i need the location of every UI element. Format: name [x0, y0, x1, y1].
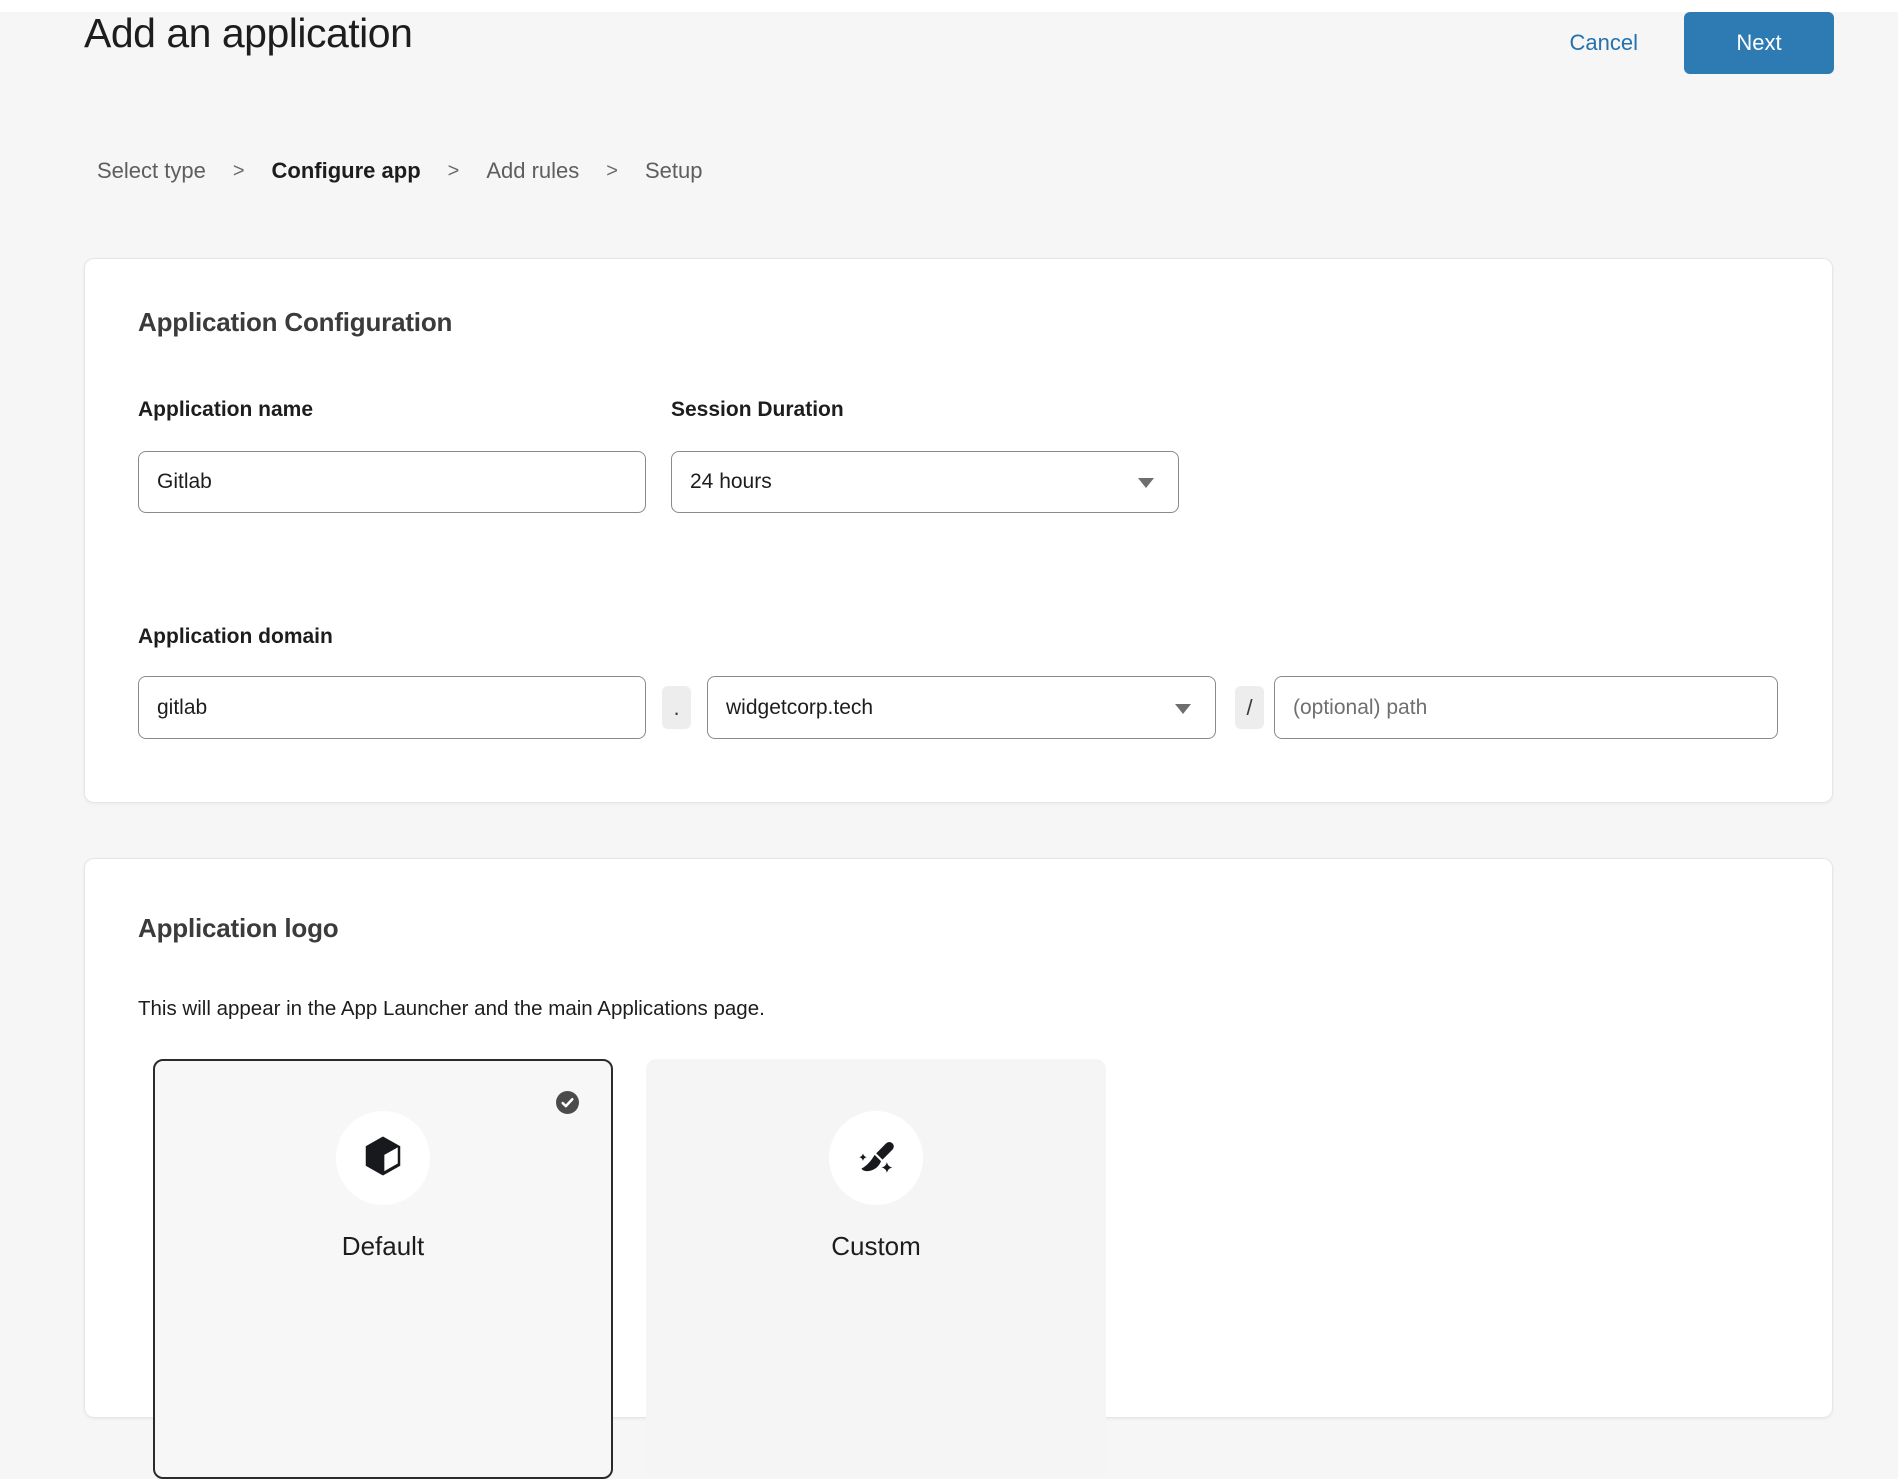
- selected-check-icon: [556, 1091, 579, 1114]
- page-title: Add an application: [84, 10, 412, 57]
- cancel-button[interactable]: Cancel: [1570, 30, 1638, 56]
- breadcrumb-separator: >: [233, 160, 245, 183]
- breadcrumb-step-select-type[interactable]: Select type: [97, 158, 206, 184]
- logo-option-default[interactable]: Default: [153, 1059, 613, 1479]
- header-actions: Cancel Next: [1570, 12, 1834, 74]
- cube-icon: [360, 1133, 406, 1184]
- logo-option-label: Custom: [648, 1231, 1104, 1262]
- breadcrumb: Select type > Configure app > Add rules …: [97, 158, 702, 184]
- path-input[interactable]: [1274, 676, 1778, 739]
- custom-logo-circle: [829, 1111, 923, 1205]
- application-name-input[interactable]: [138, 451, 646, 513]
- next-button[interactable]: Next: [1684, 12, 1834, 74]
- default-logo-circle: [336, 1111, 430, 1205]
- chevron-down-icon: [1175, 704, 1191, 714]
- slash-separator: /: [1235, 686, 1264, 729]
- application-configuration-heading: Application Configuration: [138, 307, 452, 338]
- breadcrumb-step-setup[interactable]: Setup: [645, 158, 703, 184]
- breadcrumb-separator: >: [448, 160, 460, 183]
- logo-option-custom[interactable]: Custom: [646, 1059, 1106, 1479]
- slash-separator-text: /: [1246, 695, 1252, 721]
- dot-separator-text: .: [673, 695, 679, 721]
- subdomain-input[interactable]: [138, 676, 646, 739]
- dot-separator: .: [662, 686, 691, 729]
- application-logo-description: This will appear in the App Launcher and…: [138, 997, 765, 1021]
- application-logo-card: Application logo This will appear in the…: [84, 858, 1833, 1418]
- session-duration-select[interactable]: 24 hours: [671, 451, 1179, 513]
- domain-select[interactable]: widgetcorp.tech: [707, 676, 1216, 739]
- breadcrumb-step-configure-app[interactable]: Configure app: [272, 158, 421, 184]
- breadcrumb-separator: >: [606, 160, 618, 183]
- chevron-down-icon: [1138, 478, 1154, 488]
- application-logo-heading: Application logo: [138, 913, 338, 944]
- domain-select-value: widgetcorp.tech: [726, 696, 873, 720]
- session-duration-value: 24 hours: [690, 470, 772, 494]
- application-configuration-card: Application Configuration Application na…: [84, 258, 1833, 803]
- paintbrush-icon: [853, 1133, 899, 1184]
- logo-option-label: Default: [155, 1231, 611, 1262]
- breadcrumb-step-add-rules[interactable]: Add rules: [486, 158, 579, 184]
- application-domain-label: Application domain: [138, 625, 333, 649]
- application-name-label: Application name: [138, 398, 313, 422]
- session-duration-label: Session Duration: [671, 398, 844, 422]
